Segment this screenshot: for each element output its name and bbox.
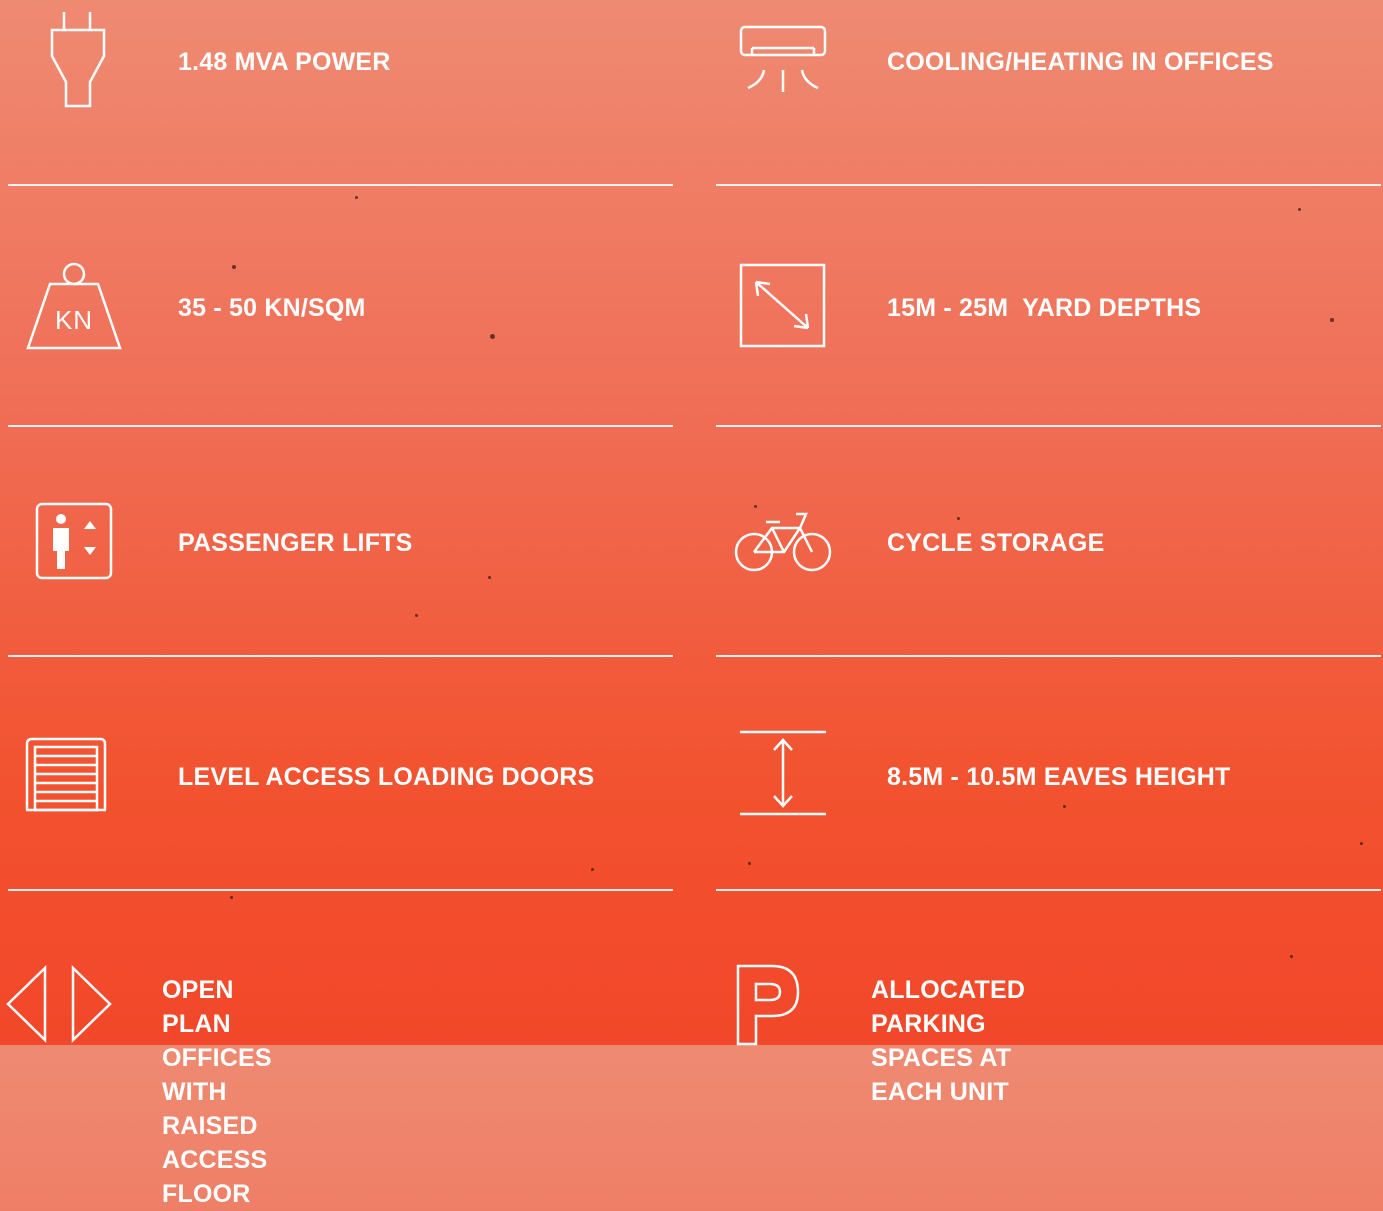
air-conditioner-icon bbox=[739, 25, 827, 94]
feature-label: OPEN PLAN OFFICES WITH RAISED ACCESS FLO… bbox=[162, 973, 272, 1211]
parking-icon bbox=[736, 964, 800, 1046]
divider-row-3-right bbox=[716, 655, 1381, 657]
weight-icon: KN bbox=[26, 262, 122, 350]
roller-door-icon bbox=[25, 737, 107, 812]
feature-label: CYCLE STORAGE bbox=[887, 529, 1105, 557]
open-plan-arrows-icon bbox=[6, 965, 112, 1046]
feature-label: LEVEL ACCESS LOADING DOORS bbox=[178, 763, 595, 791]
feature-label: PASSENGER LIFTS bbox=[178, 529, 413, 557]
divider-row-1-left bbox=[8, 184, 673, 186]
divider-row-1-right bbox=[716, 184, 1381, 186]
feature-label: 15M - 25M YARD DEPTHS bbox=[887, 294, 1202, 322]
feature-label: 8.5M - 10.5M EAVES HEIGHT bbox=[887, 763, 1231, 791]
feature-label: 35 - 50 KN/SQM bbox=[178, 294, 366, 322]
feature-label-line: OPEN PLAN OFFICES WITH bbox=[162, 976, 272, 1106]
divider-row-2-right bbox=[716, 425, 1381, 427]
divider-row-4-left bbox=[8, 889, 673, 891]
feature-label-line: RAISED ACCESS FLOOR bbox=[162, 1112, 268, 1208]
svg-text:KN: KN bbox=[55, 305, 93, 335]
plug-icon bbox=[50, 12, 106, 108]
divider-row-3-left bbox=[8, 655, 673, 657]
vertical-height-icon bbox=[740, 730, 826, 816]
diagonal-arrow-icon bbox=[739, 263, 826, 348]
divider-row-4-right bbox=[716, 889, 1381, 891]
elevator-icon bbox=[35, 502, 113, 580]
divider-row-2-left bbox=[8, 425, 673, 427]
feature-label-line: EACH UNIT bbox=[871, 1078, 1009, 1106]
feature-label: COOLING/HEATING IN OFFICES bbox=[887, 48, 1274, 76]
feature-label: 1.48 MVA POWER bbox=[178, 48, 391, 76]
bicycle-icon bbox=[734, 508, 832, 574]
feature-label-line: ALLOCATED PARKING SPACES AT bbox=[871, 976, 1026, 1072]
feature-label: ALLOCATED PARKING SPACES AT EACH UNIT bbox=[871, 973, 1025, 1109]
